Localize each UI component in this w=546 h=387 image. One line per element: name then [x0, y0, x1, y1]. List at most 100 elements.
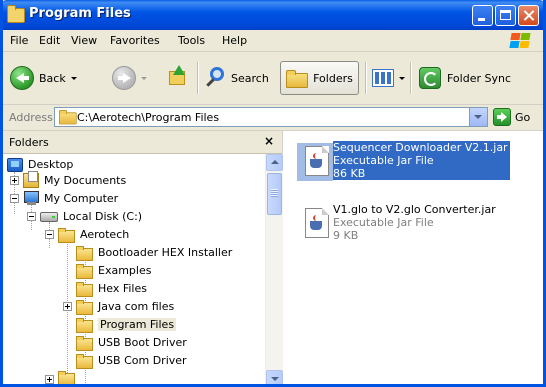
- back-dropdown-arrow-icon[interactable]: [70, 76, 77, 80]
- tree-item-label: Examples: [98, 264, 152, 277]
- collapse-local-disk-icon[interactable]: [27, 212, 36, 221]
- tree-item-usb-boot-driver[interactable]: USB Boot Driver: [76, 334, 187, 351]
- menu-edit[interactable]: Edit: [39, 34, 60, 47]
- folder-sync-icon: [419, 67, 441, 89]
- folders-button[interactable]: Folders: [280, 61, 359, 95]
- file-item[interactable]: V1.glo to V2.glo Converter.jar Executabl…: [295, 201, 537, 253]
- collapse-my-computer-icon[interactable]: [10, 194, 19, 203]
- menu-file[interactable]: File: [10, 34, 28, 47]
- close-button[interactable]: [518, 5, 539, 26]
- tree-item-label: Program Files: [98, 318, 177, 331]
- search-icon: [204, 66, 228, 90]
- jar-file-icon: [297, 205, 333, 243]
- tree-line: [67, 238, 68, 384]
- close-folders-pane-icon[interactable]: ×: [264, 134, 274, 148]
- tree-item-desktop[interactable]: Desktop: [7, 156, 73, 173]
- folders-pane-title: Folders: [9, 136, 49, 149]
- scroll-down-arrow-icon[interactable]: [266, 370, 283, 384]
- up-button[interactable]: [166, 61, 188, 95]
- title-bar[interactable]: Program Files: [3, 0, 543, 30]
- tree-item-label: My Documents: [44, 174, 127, 187]
- tree-item-label: Desktop: [28, 158, 74, 171]
- tree-item-my-documents[interactable]: My Documents: [23, 171, 127, 189]
- back-button[interactable]: Back: [10, 61, 77, 95]
- file-list: Sequencer Downloader V2.1.jar Executable…: [283, 131, 543, 384]
- folder-icon: [76, 299, 93, 315]
- address-input[interactable]: C:\Aerotech\Program Files: [54, 107, 488, 127]
- toolbar: Back Search Folders Folder Sync: [3, 52, 543, 105]
- scrollbar-thumb[interactable]: [267, 173, 282, 215]
- tree-item-examples[interactable]: Examples: [76, 262, 151, 279]
- minimize-button[interactable]: [472, 5, 493, 26]
- expand-java-com-files-icon[interactable]: [63, 302, 72, 311]
- tree-item-usb-com-driver[interactable]: USB Com Driver: [76, 352, 187, 369]
- folders-pane-header: Folders ×: [3, 131, 282, 154]
- address-folder-icon: [59, 110, 77, 125]
- tree-item-bootloader-hex-installer[interactable]: Bootloader HEX Installer: [76, 244, 232, 261]
- file-name: Sequencer Downloader V2.1.jar: [333, 141, 510, 154]
- up-folder-icon: [166, 65, 188, 90]
- tree-item-local-disk[interactable]: Local Disk (C:): [40, 208, 142, 225]
- back-label: Back: [39, 71, 66, 85]
- menu-tools[interactable]: Tools: [178, 34, 205, 47]
- expand-my-documents-icon[interactable]: [10, 176, 19, 185]
- folder-icon: [76, 353, 93, 369]
- toolbar-separator: [410, 62, 411, 94]
- folder-icon: [76, 317, 93, 333]
- address-value: C:\Aerotech\Program Files: [77, 111, 220, 124]
- address-dropdown-arrow-icon[interactable]: [469, 108, 487, 126]
- collapse-aerotech-icon[interactable]: [45, 230, 54, 239]
- file-type: Executable Jar File: [333, 154, 510, 167]
- search-label: Search: [231, 71, 269, 85]
- go-arrow-icon[interactable]: [493, 108, 511, 126]
- file-type: Executable Jar File: [333, 216, 434, 229]
- maximize-button[interactable]: [495, 5, 516, 26]
- scroll-up-arrow-icon[interactable]: [266, 154, 283, 171]
- folder-tree: Desktop My Documents My Computer Local D…: [3, 154, 265, 384]
- address-label: Address: [9, 111, 53, 124]
- tree-item-label: Hex Files: [98, 282, 147, 295]
- menu-help[interactable]: Help: [222, 34, 247, 47]
- folder-icon: [76, 335, 93, 351]
- tree-item-label: Bootloader HEX Installer: [98, 246, 233, 259]
- tree-item-my-computer[interactable]: My Computer: [23, 190, 118, 207]
- explorer-window: Program Files File Edit View Favorites T…: [0, 0, 546, 387]
- file-item[interactable]: Sequencer Downloader V2.1.jar Executable…: [295, 139, 537, 191]
- file-name: V1.glo to V2.glo Converter.jar: [333, 203, 496, 216]
- tree-item-hex-files[interactable]: Hex Files: [76, 280, 147, 297]
- toolbar-separator: [197, 62, 198, 94]
- toolbar-separator: [365, 62, 366, 94]
- local-disk-icon: [40, 211, 58, 222]
- menu-favorites[interactable]: Favorites: [110, 34, 160, 47]
- search-button[interactable]: Search: [204, 61, 269, 95]
- folder-title-icon: [7, 5, 25, 23]
- folders-pane: Folders × Desktop My Documents My Comput…: [3, 131, 283, 384]
- tree-item-aerotech[interactable]: Aerotech: [58, 226, 129, 243]
- tree-item-label: Aerotech: [80, 228, 130, 241]
- go-button[interactable]: Go: [515, 111, 530, 124]
- tree-item-label: USB Com Driver: [98, 354, 187, 367]
- views-dropdown-arrow-icon[interactable]: [399, 76, 405, 80]
- views-icon: [372, 69, 394, 87]
- forward-button[interactable]: [112, 61, 147, 95]
- folder-icon: [76, 281, 93, 297]
- folder-sync-label: Folder Sync: [447, 71, 512, 85]
- file-size: 86 KB: [333, 167, 510, 180]
- window-title: Program Files: [29, 6, 131, 21]
- forward-dropdown-arrow-icon[interactable]: [141, 76, 147, 80]
- folder-sync-button[interactable]: Folder Sync: [419, 61, 511, 95]
- expand-next-folder-icon[interactable]: [45, 375, 54, 384]
- views-button[interactable]: [372, 61, 405, 95]
- menu-view[interactable]: View: [71, 34, 97, 47]
- menu-bar: File Edit View Favorites Tools Help: [3, 30, 543, 52]
- tree-item-java-com-files[interactable]: Java com files: [76, 298, 174, 315]
- folders-scrollbar[interactable]: [265, 154, 283, 384]
- tree-item-label: USB Boot Driver: [98, 336, 187, 349]
- folder-icon: [58, 371, 75, 384]
- tree-item-label: Local Disk (C:): [63, 210, 143, 223]
- address-bar: Address C:\Aerotech\Program Files Go: [3, 105, 543, 131]
- tree-item-label: Java com files: [98, 300, 175, 313]
- tree-item-program-files[interactable]: Program Files: [76, 316, 177, 333]
- desktop-icon: [7, 157, 23, 172]
- folder-icon: [76, 245, 93, 261]
